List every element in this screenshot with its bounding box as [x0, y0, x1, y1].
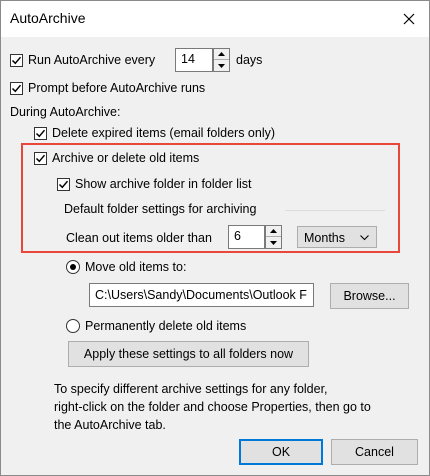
- window-title: AutoArchive: [10, 10, 86, 26]
- show-folder-label: Show archive folder in folder list: [75, 177, 252, 191]
- arrow-up-icon: [270, 229, 277, 233]
- default-group-label: Default folder settings for archiving: [64, 202, 257, 216]
- close-icon: [403, 13, 415, 25]
- age-input[interactable]: 6: [228, 225, 265, 249]
- group-divider: [285, 210, 385, 211]
- age-spin-up[interactable]: [266, 226, 281, 237]
- age-unit-select[interactable]: Months: [297, 226, 377, 248]
- delete-expired-checkbox[interactable]: [34, 127, 47, 140]
- run-autoarchive-checkbox[interactable]: [10, 54, 23, 67]
- prompt-before-checkbox[interactable]: [10, 82, 23, 95]
- close-button[interactable]: [393, 4, 425, 34]
- age-unit-value: Months: [304, 231, 345, 245]
- arrow-down-icon: [270, 240, 277, 245]
- chevron-down-icon: [360, 235, 369, 241]
- days-spin-up[interactable]: [214, 49, 229, 60]
- radio-selected-dot: [70, 264, 76, 270]
- arrow-up-icon: [218, 52, 225, 56]
- move-old-radio[interactable]: [66, 260, 80, 274]
- age-spin-down[interactable]: [266, 237, 281, 248]
- info-text-line-3: the AutoArchive tab.: [54, 418, 166, 432]
- delete-expired-label: Delete expired items (email folders only…: [52, 126, 276, 140]
- clean-out-label: Clean out items older than: [66, 231, 212, 245]
- permanently-delete-radio[interactable]: [66, 319, 80, 333]
- check-icon: [11, 84, 22, 93]
- archive-old-label: Archive or delete old items: [52, 151, 200, 165]
- prompt-before-label: Prompt before AutoArchive runs: [28, 81, 206, 95]
- archive-path-input[interactable]: C:\Users\Sandy\Documents\Outlook F: [89, 283, 314, 307]
- info-text-line-1: To specify different archive settings fo…: [54, 382, 328, 396]
- check-icon: [58, 180, 69, 189]
- autoarchive-dialog: AutoArchive Run AutoArchive every 14 day…: [0, 0, 430, 476]
- check-icon: [35, 154, 46, 163]
- days-spin-down[interactable]: [214, 60, 229, 71]
- show-folder-checkbox[interactable]: [57, 178, 70, 191]
- title-bar: AutoArchive: [1, 1, 429, 37]
- apply-all-folders-button[interactable]: Apply these settings to all folders now: [68, 341, 309, 367]
- age-spinner[interactable]: [265, 225, 282, 249]
- check-icon: [35, 129, 46, 138]
- info-text-line-2: right-click on the folder and choose Pro…: [54, 400, 371, 414]
- move-old-label: Move old items to:: [85, 260, 187, 274]
- days-unit-label: days: [236, 53, 263, 67]
- archive-old-checkbox[interactable]: [34, 152, 47, 165]
- check-icon: [11, 56, 22, 65]
- during-autoarchive-label: During AutoArchive:: [10, 105, 121, 119]
- arrow-down-icon: [218, 63, 225, 68]
- browse-button[interactable]: Browse...: [330, 283, 409, 309]
- cancel-button[interactable]: Cancel: [331, 439, 418, 465]
- days-input[interactable]: 14: [175, 48, 213, 72]
- run-autoarchive-label: Run AutoArchive every: [28, 53, 156, 67]
- permanently-delete-label: Permanently delete old items: [85, 319, 247, 333]
- ok-button[interactable]: OK: [239, 439, 323, 465]
- days-spinner[interactable]: [213, 48, 230, 72]
